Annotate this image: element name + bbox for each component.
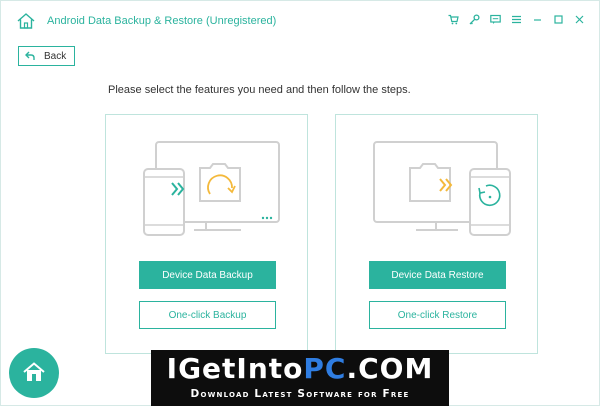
- maximize-icon[interactable]: [553, 14, 564, 25]
- title-bar: Android Data Backup & Restore (Unregiste…: [1, 1, 599, 37]
- home-button[interactable]: [9, 348, 59, 398]
- app-title: Android Data Backup & Restore (Unregiste…: [47, 15, 277, 27]
- back-button[interactable]: Back: [18, 46, 75, 66]
- watermark-part2: PC: [303, 352, 347, 385]
- watermark-part3: .COM: [346, 352, 434, 385]
- window-controls: [448, 14, 585, 25]
- close-icon[interactable]: [574, 14, 585, 25]
- key-icon[interactable]: [469, 14, 480, 25]
- restore-card: Device Data Restore One-click Restore: [335, 114, 538, 354]
- watermark-part1: IGetInto: [166, 352, 304, 385]
- watermark-banner: IGetIntoPC.COM Download Latest Software …: [151, 350, 449, 406]
- backup-illustration-icon: [143, 141, 280, 236]
- restore-illustration-icon: [373, 141, 511, 236]
- back-arrow-icon: [25, 51, 35, 60]
- device-data-restore-button[interactable]: Device Data Restore: [369, 261, 506, 289]
- device-data-backup-button[interactable]: Device Data Backup: [139, 261, 276, 289]
- app-window: Android Data Backup & Restore (Unregiste…: [0, 0, 600, 406]
- one-click-backup-button[interactable]: One-click Backup: [139, 301, 276, 329]
- back-button-label: Back: [44, 50, 67, 62]
- cart-icon[interactable]: [448, 14, 459, 25]
- menu-icon[interactable]: [511, 14, 522, 25]
- home-icon[interactable]: [17, 13, 35, 29]
- one-click-restore-button[interactable]: One-click Restore: [369, 301, 506, 329]
- instructions-text: Please select the features you need and …: [108, 84, 411, 96]
- home-icon: [23, 362, 45, 381]
- watermark-title: IGetIntoPC.COM: [151, 352, 449, 386]
- minimize-icon[interactable]: [532, 14, 543, 25]
- backup-card: Device Data Backup One-click Backup: [105, 114, 308, 354]
- watermark-subtitle: Download Latest Software for Free: [190, 388, 410, 400]
- feedback-icon[interactable]: [490, 14, 501, 25]
